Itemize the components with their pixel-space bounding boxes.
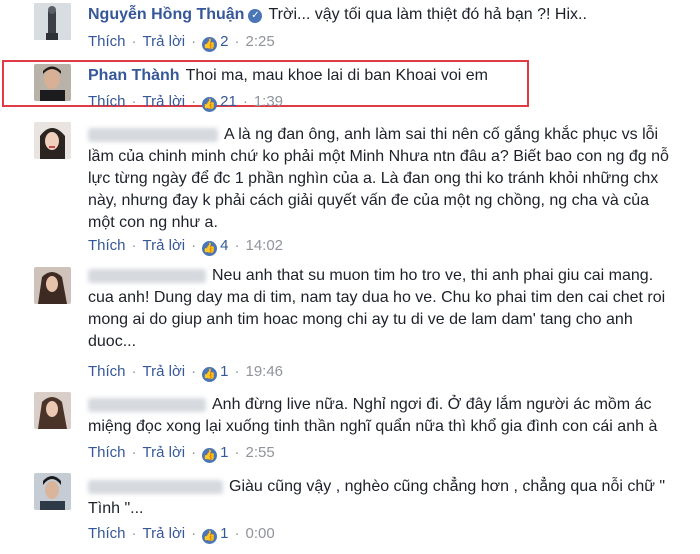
like-count[interactable]: 21 [220,93,237,110]
thumbs-up-icon[interactable]: 👍 [202,37,218,52]
reply-link[interactable]: Trả lời [143,93,186,110]
thumbs-up-icon[interactable]: 👍 [202,529,218,544]
thumbs-up-icon[interactable]: 👍 [202,97,218,112]
comment-author[interactable] [88,127,218,142]
comment-item: A là ng đan ông, anh làm sai thi nên cố … [0,118,700,263]
comment-time[interactable]: 1:39 [254,93,283,110]
comment-time[interactable]: 14:02 [245,237,283,254]
like-count[interactable]: 1 [220,525,228,542]
comment-actions: Thích · Trả lời · 👍 1 · 0:00 [88,525,275,544]
comment-item: Giàu cũng vậy , nghèo cũng chẳng hơn , c… [0,470,700,554]
like-link[interactable]: Thích [88,444,126,461]
comment-time[interactable]: 19:46 [245,363,283,380]
comment-time[interactable]: 0:00 [245,525,274,542]
avatar[interactable] [34,64,71,101]
comment-item: Nguyễn Hồng Thuận ✓ Trời... vậy tối qua là… [0,0,700,56]
comment-item: Phan Thành Thoi ma, mau khoe lai di ban K… [0,60,700,112]
comment-author[interactable]: Phan Thành [88,67,180,84]
thumbs-up-icon[interactable]: 👍 [202,367,218,382]
comment-body: A là ng đan ông, anh làm sai thi nên cố … [88,124,678,234]
like-link[interactable]: Thích [88,93,126,110]
like-link[interactable]: Thích [88,237,126,254]
like-link[interactable]: Thích [88,525,126,542]
comment-actions: Thích · Trả lời · 👍 1 · 2:55 [88,444,275,463]
verified-check-icon: ✓ [248,9,263,23]
comment-item: Neu anh that su muon tim ho tro ve, thi … [0,262,700,382]
reply-link[interactable]: Trả lời [143,33,186,50]
comment-time[interactable]: 2:55 [245,444,274,461]
avatar[interactable] [34,267,71,304]
reply-link[interactable]: Trả lời [143,363,186,380]
comment-author[interactable] [88,268,206,283]
avatar[interactable] [34,473,71,510]
comment-author[interactable] [88,397,206,412]
comment-body: Neu anh that su muon tim ho tro ve, thi … [88,265,678,353]
comment-author[interactable]: Nguyễn Hồng Thuận [88,6,244,23]
comment-body: Giàu cũng vậy , nghèo cũng chẳng hơn , c… [88,476,678,520]
comment-item: Anh đừng live nữa. Nghỉ ngơi đi. Ở đây l… [0,388,700,464]
comment-actions: Thích · Trả lời · 👍 2 · 2:25 [88,33,275,52]
like-link[interactable]: Thích [88,33,126,50]
reply-link[interactable]: Trả lời [143,525,186,542]
comment-body: Nguyễn Hồng Thuận ✓ Trời... vậy tối qua là… [88,4,678,26]
thumbs-up-icon[interactable]: 👍 [202,241,218,256]
comment-actions: Thích · Trả lời · 👍 21 · 1:39 [88,93,284,112]
reply-link[interactable]: Trả lời [143,237,186,254]
comment-author[interactable] [88,479,223,494]
person-photo-icon [34,392,71,429]
comment-actions: Thích · Trả lời · 👍 4 · 14:02 [88,237,284,256]
comment-body: Anh đừng live nữa. Nghỉ ngơi đi. Ở đây l… [88,394,678,438]
comment-time[interactable]: 2:25 [245,33,274,50]
comment-body: Phan Thành Thoi ma, mau khoe lai di ban K… [88,65,678,87]
reply-link[interactable]: Trả lời [143,444,186,461]
like-count[interactable]: 1 [220,363,228,380]
like-link[interactable]: Thích [88,363,126,380]
comment-text: Thoi ma, mau khoe lai di ban Khoai voi e… [185,67,488,84]
person-photo-icon [34,122,71,159]
person-photo-icon [34,473,71,510]
person-photo-icon [34,267,71,304]
comment-actions: Thích · Trả lời · 👍 1 · 19:46 [88,363,284,382]
like-count[interactable]: 2 [220,33,228,50]
thumbs-up-icon[interactable]: 👍 [202,448,218,463]
avatar[interactable] [34,3,71,40]
person-photo-icon [34,64,71,101]
like-count[interactable]: 4 [220,237,228,254]
avatar[interactable] [34,122,71,159]
avatar[interactable] [34,392,71,429]
comment-text: Trời... vậy tối qua làm thiệt đó hả bạn … [268,6,587,23]
like-count[interactable]: 1 [220,444,228,461]
person-photo-icon [34,3,71,40]
